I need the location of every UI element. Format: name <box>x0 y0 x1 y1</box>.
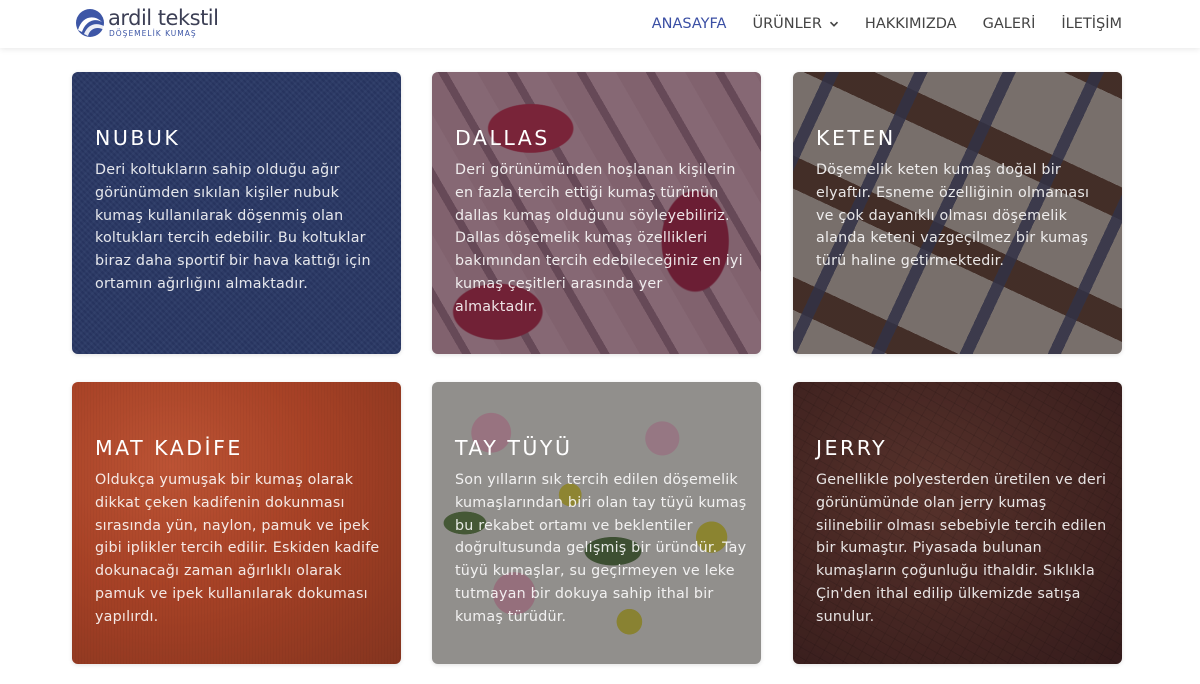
card-description: Döşemelik keten kumaş doğal bir elyaftır… <box>816 162 1090 270</box>
product-card-mat-kadife[interactable]: MAT KADİFE Oldukça yumuşak bir kumaş ola… <box>72 382 401 664</box>
card-title: DALLAS <box>455 126 550 150</box>
card-title: TAY TÜYÜ <box>455 436 573 460</box>
site-header: ardil tekstil DÖŞEMELİK KUMAŞ ANASAYFA Ü… <box>0 0 1200 48</box>
card-title: KETEN <box>816 126 896 150</box>
card-description: Oldukça yumuşak bir kumaş olarak dikkat … <box>95 472 380 625</box>
product-card-tay-tuyu[interactable]: TAY TÜYÜ Son yılların sık tercih edilen … <box>432 382 761 664</box>
card-title: JERRY <box>816 436 888 460</box>
nav-item-anasayfa[interactable]: ANASAYFA <box>652 16 727 32</box>
logo-tagline: DÖŞEMELİK KUMAŞ <box>109 29 197 38</box>
nav-item-hakkimizda[interactable]: HAKKIMIZDA <box>865 16 957 32</box>
logo-name: ardil tekstil <box>108 6 219 30</box>
card-description: Deri görünümünden hoşlanan kişilerin en … <box>455 162 743 315</box>
product-card-keten[interactable]: KETEN Döşemelik keten kumaş doğal bir el… <box>793 72 1122 354</box>
nav-label: HAKKIMIZDA <box>864 16 957 32</box>
product-card-nubuk[interactable]: NUBUK Deri koltukların sahip olduğu ağır… <box>72 72 401 354</box>
card-title: NUBUK <box>95 126 181 150</box>
product-card-dallas[interactable]: DALLAS Deri görünümünden hoşlanan kişile… <box>432 72 761 354</box>
nav-item-iletisim[interactable]: İLETİŞİM <box>1061 16 1122 32</box>
nav-label: İLETİŞİM <box>1061 16 1122 32</box>
nav-item-urunler[interactable]: ÜRÜNLER <box>752 16 838 32</box>
card-title: MAT KADİFE <box>95 436 243 460</box>
chevron-down-icon <box>829 21 838 27</box>
nav-label: ÜRÜNLER <box>752 16 822 32</box>
nav-item-galeri[interactable]: GALERİ <box>983 16 1036 32</box>
card-description: Son yılların sık tercih edilen döşemelik… <box>455 472 747 625</box>
product-card-jerry[interactable]: JERRY Genellikle polyesterden üretilen v… <box>793 382 1122 664</box>
wave-logo-icon <box>76 9 104 37</box>
card-description: Genellikle polyesterden üretilen ve deri… <box>816 472 1107 625</box>
card-description: Deri koltukların sahip olduğu ağır görün… <box>95 162 371 292</box>
site-logo[interactable]: ardil tekstil DÖŞEMELİK KUMAŞ <box>74 6 219 40</box>
nav-label: ANASAYFA <box>651 16 727 32</box>
main-nav: ANASAYFA ÜRÜNLER HAKKIMIZDA GALERİ İLETİ… <box>652 0 1122 48</box>
nav-label: GALERİ <box>982 16 1036 32</box>
